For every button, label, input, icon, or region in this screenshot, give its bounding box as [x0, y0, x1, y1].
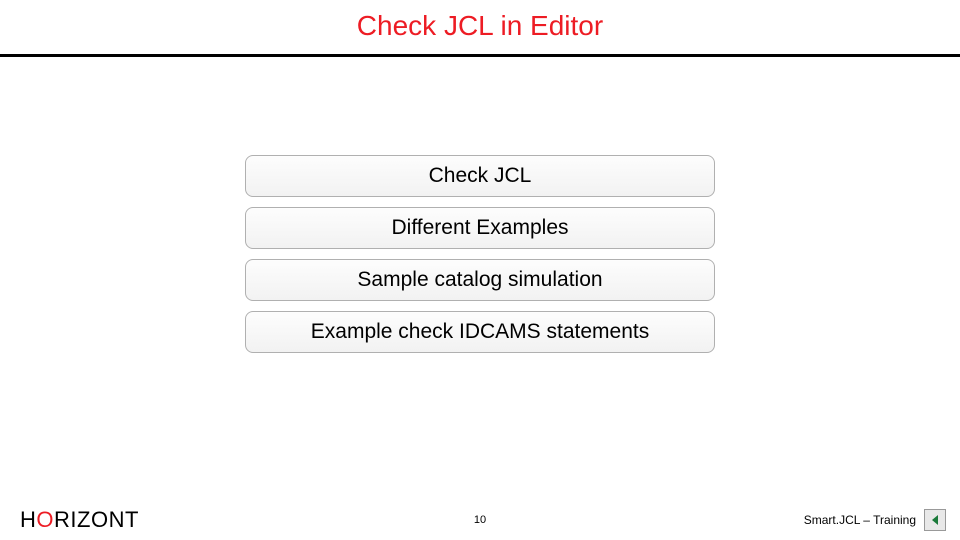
footer-right-group: Smart.JCL – Training [804, 509, 946, 531]
button-label: Example check IDCAMS statements [311, 320, 649, 344]
back-arrow-icon [929, 514, 941, 526]
button-label: Check JCL [429, 164, 532, 188]
logo-rest: RIZONT [54, 507, 139, 532]
button-label: Sample catalog simulation [357, 268, 602, 292]
page-number: 10 [474, 514, 486, 526]
company-logo: HORIZONT [20, 507, 139, 533]
slide-footer: HORIZONT 10 Smart.JCL – Training [0, 500, 960, 540]
button-group: Check JCL Different Examples Sample cata… [0, 155, 960, 353]
slide-header: Check JCL in Editor [0, 0, 960, 57]
button-example-idcams[interactable]: Example check IDCAMS statements [245, 311, 715, 353]
product-name: Smart.JCL – Training [804, 513, 916, 527]
button-check-jcl[interactable]: Check JCL [245, 155, 715, 197]
slide-title: Check JCL in Editor [0, 10, 960, 42]
logo-letter-o: O [36, 507, 54, 532]
back-button[interactable] [924, 509, 946, 531]
button-sample-catalog[interactable]: Sample catalog simulation [245, 259, 715, 301]
logo-letter-h: H [20, 507, 36, 532]
button-different-examples[interactable]: Different Examples [245, 207, 715, 249]
button-label: Different Examples [391, 216, 568, 240]
